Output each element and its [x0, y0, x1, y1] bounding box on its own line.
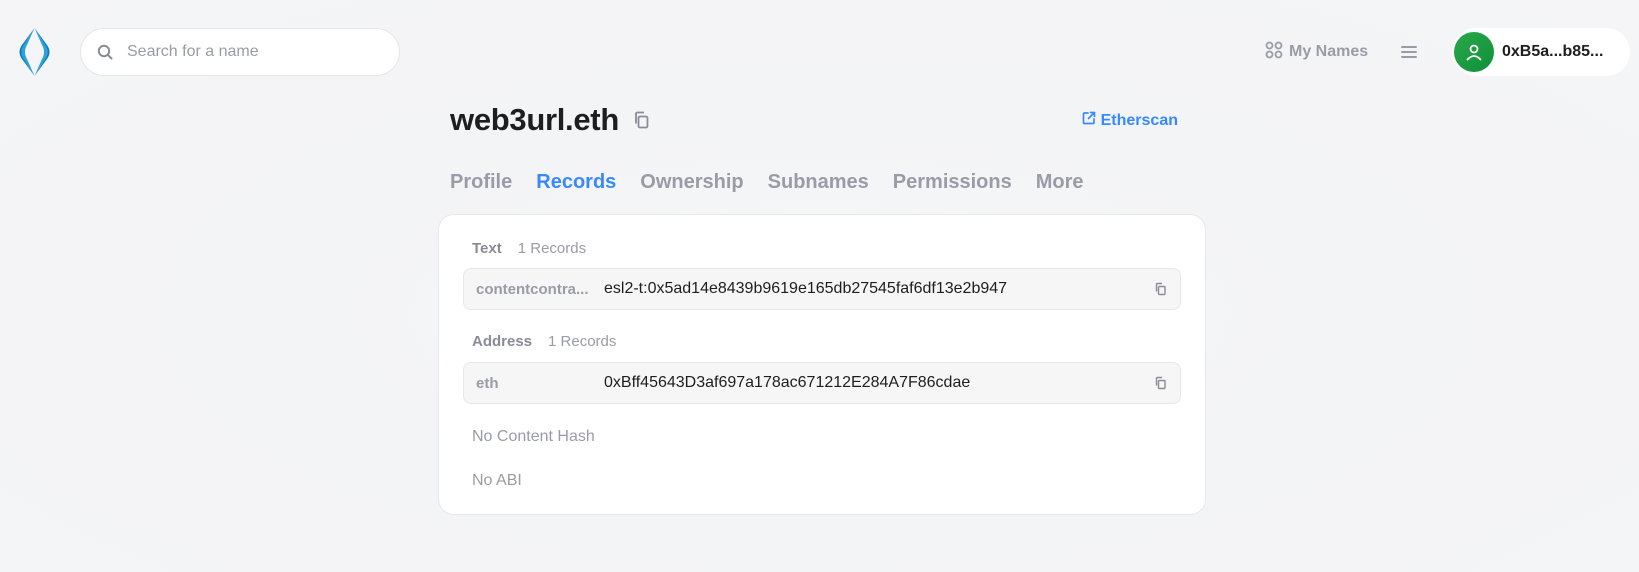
text-record-row[interactable]: contentcontra... esl2-t:0x5ad14e8439b961… — [463, 268, 1181, 310]
tab-profile[interactable]: Profile — [450, 171, 512, 194]
tab-subnames[interactable]: Subnames — [768, 171, 869, 194]
tab-ownership[interactable]: Ownership — [640, 171, 743, 194]
record-count: 1 Records — [517, 240, 587, 257]
tab-more[interactable]: More — [1036, 171, 1084, 194]
avatar — [1454, 32, 1494, 72]
etherscan-link[interactable]: Etherscan — [1081, 110, 1178, 131]
records-card: Text 1 Records contentcontra... esl2-t:0… — [438, 214, 1206, 515]
page-title: web3url.eth — [450, 102, 619, 137]
copy-icon[interactable] — [1154, 282, 1168, 296]
record-value: esl2-t:0x5ad14e8439b9619e165db27545faf6d… — [604, 280, 1008, 297]
copy-icon[interactable] — [1154, 376, 1168, 390]
tab-records[interactable]: Records — [536, 171, 616, 194]
address-record-row[interactable]: eth 0xBff45643D3af697a178ac671212E284A7F… — [463, 362, 1181, 404]
user-icon — [1466, 44, 1482, 61]
top-header: Search for a name My Names 0xB5a...b85..… — [0, 0, 1639, 104]
copy-icon[interactable] — [632, 110, 652, 130]
account-address: 0xB5a...b85... — [1502, 43, 1604, 60]
search-input[interactable]: Search for a name — [80, 28, 400, 76]
menu-icon[interactable] — [1400, 43, 1418, 61]
tabs: Profile Records Ownership Subnames Permi… — [450, 171, 1084, 194]
section-title: Text — [472, 240, 502, 257]
record-key: contentcontra... — [476, 280, 589, 298]
search-icon — [97, 44, 113, 60]
etherscan-label: Etherscan — [1100, 111, 1178, 129]
search-placeholder: Search for a name — [127, 43, 259, 60]
no-abi-text: No ABI — [472, 472, 522, 489]
record-value: 0xBff45643D3af697a178ac671212E284A7F86cd… — [604, 374, 971, 391]
text-records-header: Text 1 Records — [472, 240, 586, 257]
no-content-hash-text: No Content Hash — [472, 428, 595, 445]
my-names-link[interactable]: My Names — [1265, 40, 1368, 64]
account-button[interactable]: 0xB5a...b85... — [1452, 28, 1630, 76]
external-link-icon — [1081, 110, 1097, 131]
name-header: web3url.eth Etherscan — [450, 98, 1180, 144]
grid-icon — [1265, 41, 1283, 64]
tab-permissions[interactable]: Permissions — [893, 171, 1012, 194]
ens-logo-icon[interactable] — [13, 27, 56, 77]
section-title: Address — [472, 333, 533, 350]
record-count: 1 Records — [548, 333, 617, 350]
record-key: eth — [476, 374, 499, 392]
my-names-label: My Names — [1289, 43, 1369, 60]
address-records-header: Address 1 Records — [472, 333, 616, 350]
